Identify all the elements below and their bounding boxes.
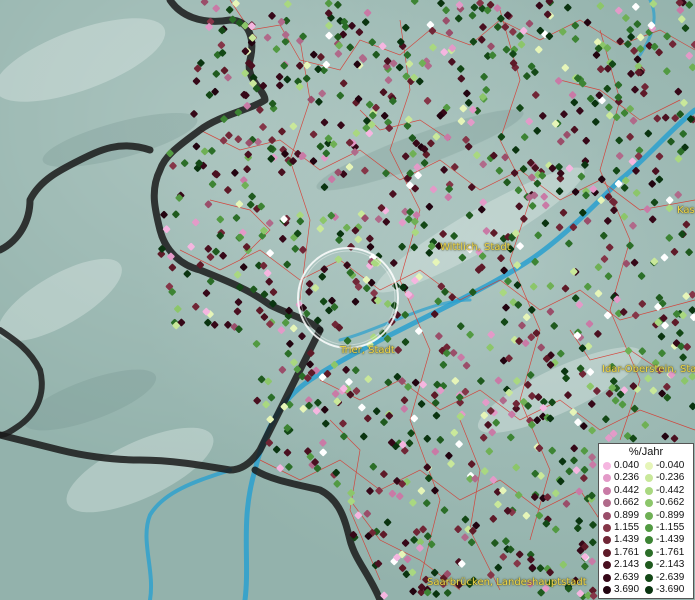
legend-value-negative: -1.761 bbox=[656, 546, 685, 558]
legend-swatch-positive bbox=[603, 524, 611, 532]
legend-row: 1.439 -1.439 bbox=[599, 534, 693, 546]
legend-row: 0.662 -0.662 bbox=[599, 497, 693, 509]
legend-value-negative: -0.662 bbox=[656, 497, 685, 509]
legend-value-negative: -0.442 bbox=[656, 484, 685, 496]
legend-swatch-positive bbox=[603, 536, 611, 545]
legend-value-negative: -2.639 bbox=[656, 571, 685, 583]
legend-row: 0.899 -0.899 bbox=[599, 510, 693, 522]
legend-swatch-negative bbox=[645, 586, 653, 594]
legend-value-negative: -0.236 bbox=[656, 472, 685, 484]
legend-swatch-negative bbox=[645, 548, 653, 557]
legend-swatch-positive bbox=[603, 548, 611, 557]
place-label-kas: Kas bbox=[677, 205, 695, 216]
legend-swatch-negative bbox=[645, 524, 653, 532]
legend-swatch-negative bbox=[645, 474, 653, 483]
legend-swatch-negative bbox=[645, 499, 653, 508]
legend-swatch-positive bbox=[603, 586, 611, 594]
legend-row: 0.442 -0.442 bbox=[599, 485, 693, 497]
legend-swatch-negative bbox=[645, 573, 653, 582]
place-label-idar-oberstein: Idar-Oberstein, Sta bbox=[602, 364, 695, 375]
legend-value-positive: 1.761 bbox=[614, 546, 640, 558]
legend-swatch-negative bbox=[645, 486, 653, 495]
legend-swatch-negative bbox=[645, 561, 653, 570]
legend-value-negative: -1.439 bbox=[656, 534, 685, 546]
legend-row: 2.639 -2.639 bbox=[599, 572, 693, 584]
legend-value-positive: 0.899 bbox=[614, 509, 640, 521]
legend-value-positive: 1.439 bbox=[614, 534, 640, 546]
legend-swatch-negative bbox=[645, 511, 653, 520]
legend-swatch-positive bbox=[603, 561, 611, 570]
legend-swatch-positive bbox=[603, 474, 611, 483]
legend-value-negative: -1.155 bbox=[656, 522, 685, 533]
legend-row: 0.040 -0.040 bbox=[599, 460, 693, 472]
legend-swatch-positive bbox=[603, 462, 611, 470]
legend-swatch-positive bbox=[603, 499, 611, 508]
legend-value-negative: -3.690 bbox=[656, 584, 685, 595]
legend-value-positive: 0.662 bbox=[614, 497, 640, 509]
place-label-wittlich: Wittlich, Stadt bbox=[440, 242, 511, 253]
legend-row: 3.690 -3.690 bbox=[599, 584, 693, 596]
legend-value-positive: 1.155 bbox=[614, 522, 640, 533]
legend-swatch-positive bbox=[603, 573, 611, 582]
legend-value-positive: 0.442 bbox=[614, 484, 640, 496]
legend-swatch-positive bbox=[603, 511, 611, 520]
legend-value-negative: -2.143 bbox=[656, 559, 685, 571]
legend-row: 2.143 -2.143 bbox=[599, 559, 693, 571]
legend-value-negative: -0.899 bbox=[656, 509, 685, 521]
legend-value-positive: 0.040 bbox=[614, 460, 640, 471]
legend-value-positive: 2.639 bbox=[614, 571, 640, 583]
legend-swatch-negative bbox=[645, 536, 653, 545]
legend-value-positive: 3.690 bbox=[614, 584, 640, 595]
place-label-trier: Trier, Stadt bbox=[340, 345, 395, 356]
legend-title: %/Jahr bbox=[628, 446, 664, 458]
legend: %/Jahr 0.040 -0.040 0.236 -0.236 0.442 -0.442… bbox=[598, 443, 694, 599]
legend-value-positive: 2.143 bbox=[614, 559, 640, 571]
place-label-saarbruecken: Saarbrücken, Landeshauptstadt bbox=[427, 577, 587, 588]
legend-value-positive: 0.236 bbox=[614, 472, 640, 484]
legend-swatch-positive bbox=[603, 486, 611, 495]
legend-swatch-negative bbox=[645, 462, 653, 470]
legend-value-negative: -0.040 bbox=[656, 460, 685, 471]
legend-row: 1.761 -1.761 bbox=[599, 547, 693, 559]
legend-row: 1.155 -1.155 bbox=[599, 522, 693, 534]
map-canvas[interactable] bbox=[0, 0, 695, 600]
legend-row: 0.236 -0.236 bbox=[599, 472, 693, 484]
